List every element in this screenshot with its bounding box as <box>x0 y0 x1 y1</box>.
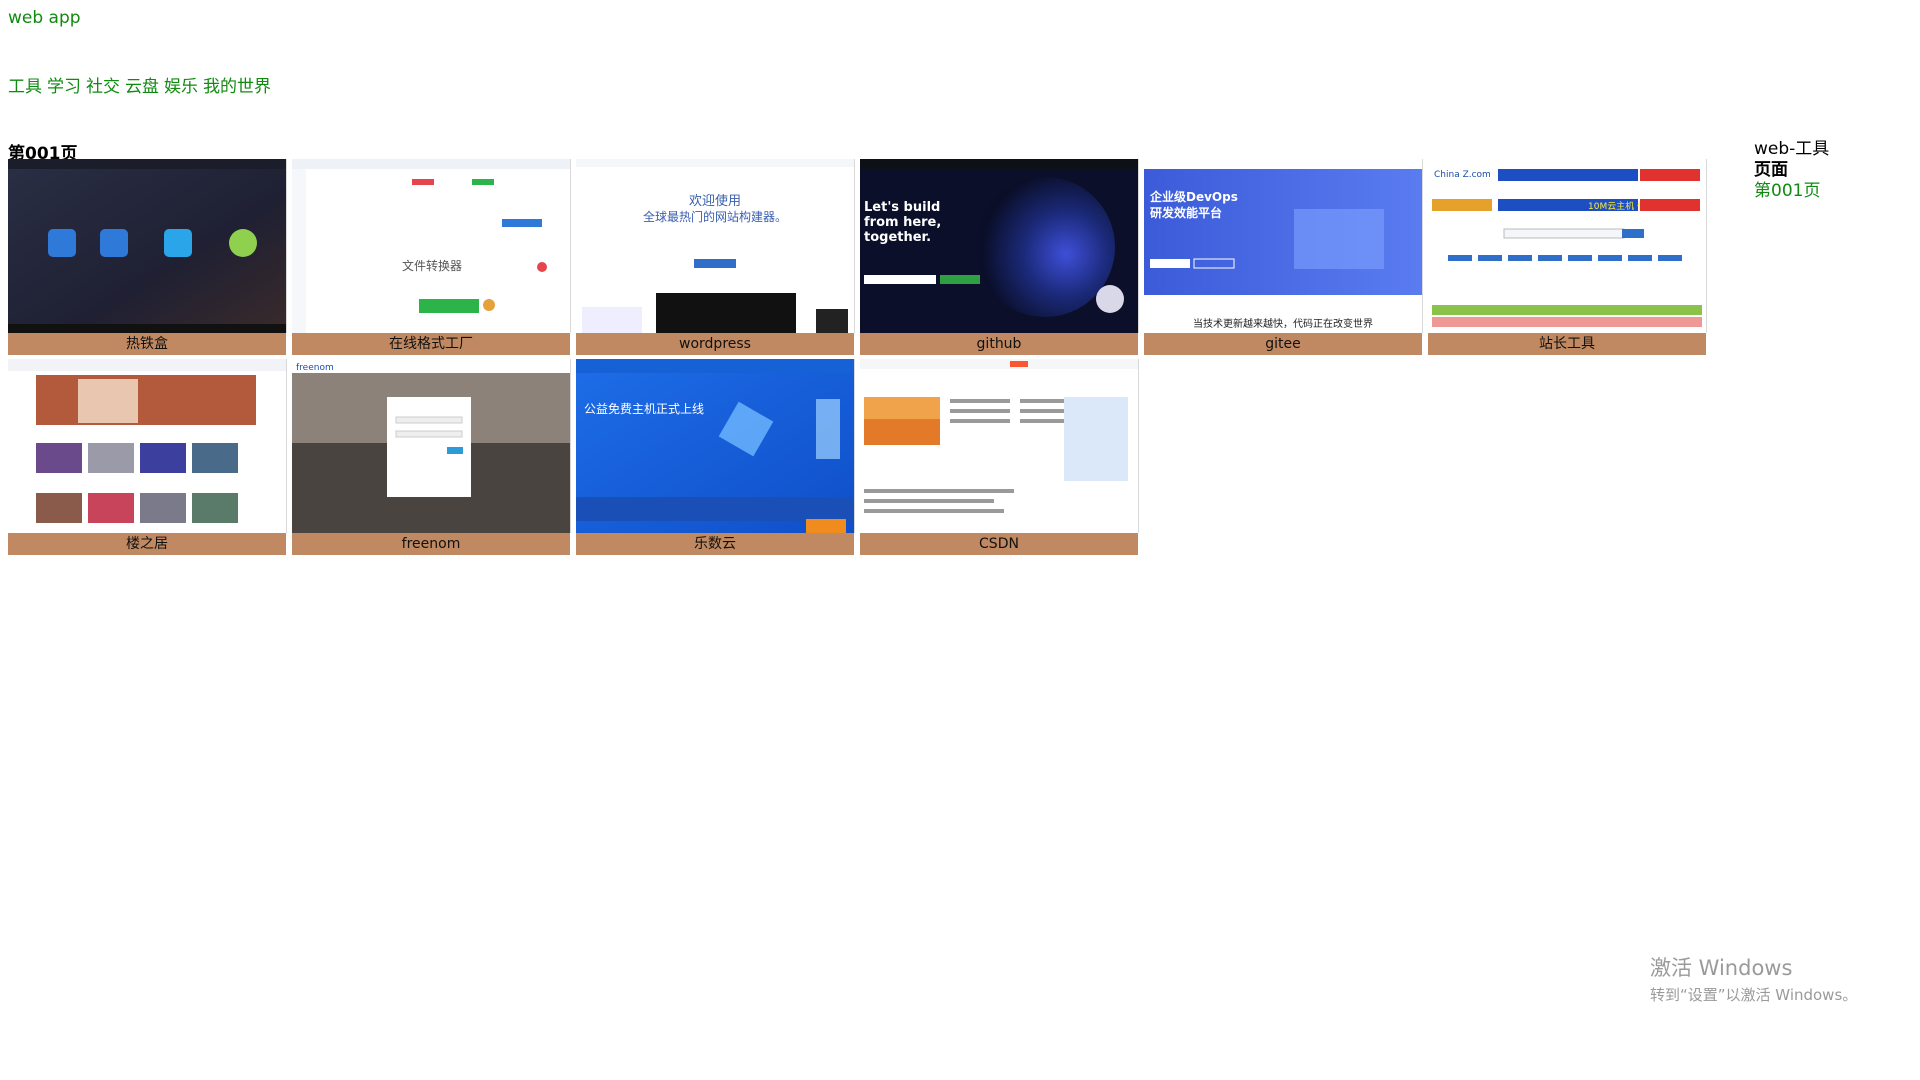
app-card-leshuyun[interactable]: 公益免费主机正式上线 乐数云 <box>576 359 855 555</box>
app-caption: 在线格式工厂 <box>292 333 570 355</box>
nav-link-social[interactable]: 社交 <box>86 77 120 97</box>
app-thumbnail[interactable] <box>8 159 287 333</box>
app-caption: wordpress <box>576 333 854 355</box>
side-panel: web-工具 页面 第001页 <box>1754 139 1829 202</box>
app-card-github[interactable]: Let's build from here, together. github <box>860 159 1139 355</box>
app-card-csdn[interactable]: CSDN <box>860 359 1139 555</box>
app-card-retiehe[interactable]: 热铁盒 <box>8 159 287 355</box>
thumb-logo-text: freenom <box>296 363 334 373</box>
app-card-freenom[interactable]: freenom freenom <box>292 359 571 555</box>
side-panel-title: web-工具 <box>1754 139 1830 159</box>
svg-text:企业级DevOps: 企业级DevOps <box>1149 189 1238 204</box>
svg-text:Let's build: Let's build <box>864 200 940 215</box>
app-thumbnail[interactable]: 欢迎使用 全球最热门的网站构建器。 <box>576 159 855 333</box>
category-nav: 工具 学习 社交 云盘 娱乐 我的世界 <box>8 72 276 97</box>
nav-link-study[interactable]: 学习 <box>47 77 81 97</box>
side-panel-page-link[interactable]: 第001页 <box>1754 181 1829 202</box>
app-caption: 楼之居 <box>8 533 286 555</box>
svg-text:China Z.com: China Z.com <box>1434 170 1491 180</box>
app-card-format-factory[interactable]: 文件转换器 在线格式工厂 <box>292 159 571 355</box>
thumb-subheading: 全球最热门的网站构建器。 <box>643 209 787 224</box>
thumb-heading: 公益免费主机正式上线 <box>584 401 704 416</box>
app-caption: gitee <box>1144 333 1422 355</box>
nav-link-minecraft[interactable]: 我的世界 <box>203 77 271 97</box>
app-card-gitee[interactable]: 企业级DevOps 研发效能平台 当技术更新越来越快，代码正在改变世界 gite… <box>1144 159 1423 355</box>
app-title[interactable]: web app <box>8 8 81 28</box>
app-thumbnail[interactable]: freenom <box>292 359 571 533</box>
app-thumbnail[interactable]: 企业级DevOps 研发效能平台 当技术更新越来越快，代码正在改变世界 <box>1144 159 1423 333</box>
app-card-louzhiju[interactable]: 楼之居 <box>8 359 287 555</box>
app-thumbnail[interactable] <box>860 359 1139 533</box>
app-caption: github <box>860 333 1138 355</box>
app-caption: 乐数云 <box>576 533 854 555</box>
app-card-chinaz[interactable]: China Z.com 10M云主机 仅需38元 站长工具 <box>1428 159 1707 355</box>
app-thumbnail[interactable]: China Z.com 10M云主机 仅需38元 <box>1428 159 1707 333</box>
side-panel-label: 页面 <box>1754 160 1788 180</box>
app-card-wordpress[interactable]: 欢迎使用 全球最热门的网站构建器。 wordpress <box>576 159 855 355</box>
app-thumbnail[interactable]: 公益免费主机正式上线 <box>576 359 855 533</box>
nav-link-cloud[interactable]: 云盘 <box>125 77 159 97</box>
svg-text:from here,: from here, <box>864 215 941 230</box>
watermark-line1: 激活 Windows <box>1650 956 1793 980</box>
app-thumbnail[interactable]: Let's build from here, together. <box>860 159 1139 333</box>
nav-link-tools[interactable]: 工具 <box>8 77 42 97</box>
app-caption: 热铁盒 <box>8 333 286 355</box>
app-thumbnail[interactable] <box>8 359 287 533</box>
svg-text:研发效能平台: 研发效能平台 <box>1150 205 1222 220</box>
watermark-line2: 转到“设置”以激活 Windows。 <box>1650 986 1858 1004</box>
app-caption: CSDN <box>860 533 1138 555</box>
windows-activation-watermark: 激活 Windows 转到“设置”以激活 Windows。 <box>1650 952 1857 1005</box>
app-caption: freenom <box>292 533 570 555</box>
thumb-heading: 文件转换器 <box>402 258 462 273</box>
app-title-link[interactable]: web app <box>8 8 81 28</box>
nav-link-entertainment[interactable]: 娱乐 <box>164 77 198 97</box>
svg-text:together.: together. <box>864 230 931 245</box>
thumb-heading: 欢迎使用 <box>689 193 741 209</box>
svg-text:当技术更新越来越快，代码正在改变世界: 当技术更新越来越快，代码正在改变世界 <box>1193 317 1373 330</box>
app-thumbnail[interactable]: 文件转换器 <box>292 159 571 333</box>
app-caption: 站长工具 <box>1428 333 1706 355</box>
